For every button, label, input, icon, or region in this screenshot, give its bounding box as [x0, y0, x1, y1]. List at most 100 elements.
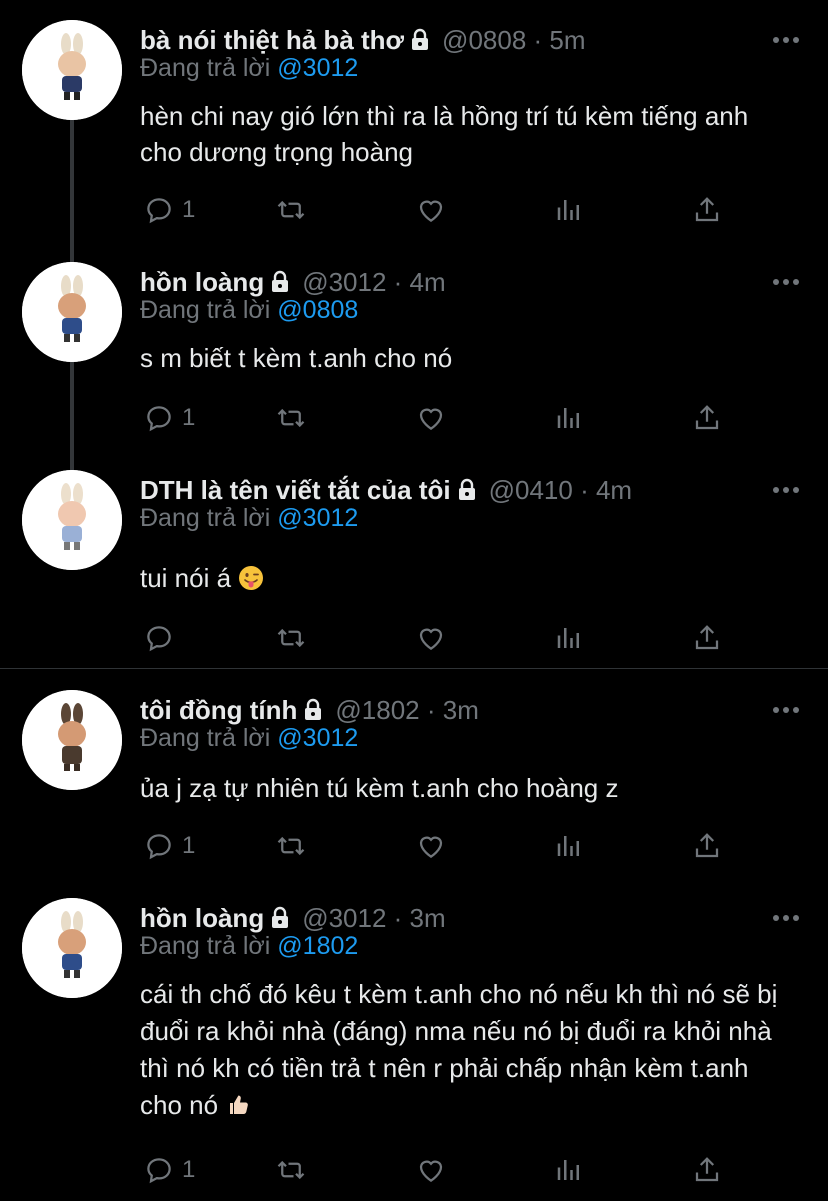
reply-icon	[147, 626, 171, 652]
display-name[interactable]: DTH là tên viết tắt của tôi	[140, 475, 451, 506]
like-button[interactable]	[416, 400, 446, 436]
avatar[interactable]	[22, 470, 122, 570]
reply-button[interactable]	[144, 620, 182, 656]
tweet-text-content: s m biết t kèm t.anh cho nó	[140, 343, 453, 373]
share-icon	[695, 405, 719, 430]
replying-to-label: Đang trả lời	[140, 54, 271, 82]
more-options-icon[interactable]	[772, 30, 800, 50]
views-button[interactable]	[554, 192, 584, 228]
retweet-button[interactable]	[276, 620, 306, 656]
handle[interactable]: @1802	[335, 695, 419, 726]
lock-icon	[412, 28, 429, 50]
retweet-icon	[277, 200, 305, 220]
handle[interactable]: @3012	[302, 903, 386, 934]
separator-dot: ·	[386, 266, 410, 297]
share-button[interactable]	[692, 1152, 722, 1188]
share-icon	[695, 197, 719, 222]
replying-to: Đang trả lời @0808	[140, 296, 358, 325]
display-name[interactable]: hồn loàng	[140, 267, 264, 298]
views-button[interactable]	[554, 400, 584, 436]
more-options-icon[interactable]	[772, 700, 800, 720]
replying-to: Đang trả lời @3012	[140, 54, 358, 83]
action-bar: 1	[140, 192, 740, 228]
tongue-face-emoji-icon	[239, 566, 264, 590]
like-button[interactable]	[416, 620, 446, 656]
lock-icon	[272, 906, 289, 928]
share-button[interactable]	[692, 400, 722, 436]
like-button[interactable]	[416, 1152, 446, 1188]
reply-button[interactable]: 1	[144, 400, 195, 436]
action-bar: 1	[140, 1152, 740, 1188]
mention-link[interactable]: @3012	[277, 54, 358, 82]
separator-dot: ·	[526, 24, 550, 55]
timestamp[interactable]: 4m	[596, 475, 632, 506]
retweet-button[interactable]	[276, 1152, 306, 1188]
action-bar	[140, 620, 740, 656]
analytics-icon	[557, 408, 579, 428]
replying-to-label: Đang trả lời	[140, 504, 271, 532]
timestamp[interactable]: 5m	[549, 25, 585, 56]
reply-count: 1	[182, 1156, 196, 1183]
replying-to: Đang trả lời @3012	[140, 724, 358, 753]
heart-icon	[419, 628, 443, 650]
reply-icon	[147, 406, 171, 432]
more-options-icon[interactable]	[772, 272, 800, 292]
avatar[interactable]	[22, 690, 122, 790]
handle[interactable]: @3012	[302, 267, 386, 298]
reply-icon	[147, 834, 171, 860]
handle[interactable]: @0808	[442, 25, 526, 56]
display-name[interactable]: hồn loàng	[140, 903, 264, 934]
views-button[interactable]	[554, 620, 584, 656]
share-button[interactable]	[692, 828, 722, 864]
tweet-text: cái th chố đó kêu t kèm t.anh cho nó nếu…	[140, 976, 790, 1124]
reply-count: 1	[182, 196, 196, 223]
share-icon	[695, 625, 719, 650]
tweet-text-content: hèn chi nay gió lớn thì ra là hồng trí t…	[140, 101, 749, 167]
heart-icon	[419, 1160, 443, 1182]
views-button[interactable]	[554, 828, 584, 864]
action-bar: 1	[140, 400, 740, 436]
timestamp[interactable]: 3m	[410, 903, 446, 934]
mention-link[interactable]: @3012	[277, 504, 358, 532]
timestamp[interactable]: 4m	[410, 267, 446, 298]
like-button[interactable]	[416, 192, 446, 228]
share-button[interactable]	[692, 620, 722, 656]
avatar[interactable]	[22, 20, 122, 120]
tweet-text-content: ủa j zạ tự nhiên tú kèm t.anh cho hoàng …	[140, 773, 619, 803]
reply-button[interactable]: 1	[144, 828, 195, 864]
timestamp[interactable]: 3m	[443, 695, 479, 726]
retweet-button[interactable]	[276, 828, 306, 864]
display-name[interactable]: tôi đồng tính	[140, 695, 297, 726]
avatar[interactable]	[22, 898, 122, 998]
analytics-icon	[557, 200, 579, 220]
retweet-button[interactable]	[276, 192, 306, 228]
retweet-button[interactable]	[276, 400, 306, 436]
share-button[interactable]	[692, 192, 722, 228]
reply-button[interactable]: 1	[144, 1152, 195, 1188]
handle[interactable]: @0410	[489, 475, 573, 506]
views-button[interactable]	[554, 1152, 584, 1188]
lock-icon	[458, 478, 475, 500]
replying-to-label: Đang trả lời	[140, 932, 271, 960]
avatar[interactable]	[22, 262, 122, 362]
mention-link[interactable]: @0808	[277, 296, 358, 324]
more-options-icon[interactable]	[772, 480, 800, 500]
display-name[interactable]: bà nói thiệt hả bà thơ	[140, 25, 404, 56]
mention-link[interactable]: @3012	[277, 724, 358, 752]
replying-to-label: Đang trả lời	[140, 724, 271, 752]
like-button[interactable]	[416, 828, 446, 864]
tweet-text: tui nói á	[140, 560, 790, 596]
thread-line	[70, 362, 74, 470]
reply-count: 1	[182, 404, 196, 431]
share-icon	[695, 1157, 719, 1182]
mention-link[interactable]: @1802	[277, 932, 358, 960]
retweet-icon	[277, 836, 305, 856]
tweet-text: ủa j zạ tự nhiên tú kèm t.anh cho hoàng …	[140, 770, 790, 806]
tweet-text: s m biết t kèm t.anh cho nó	[140, 340, 790, 376]
reply-button[interactable]: 1	[144, 192, 195, 228]
heart-icon	[419, 200, 443, 222]
retweet-icon	[277, 408, 305, 428]
separator-dot: ·	[386, 902, 410, 933]
more-options-icon[interactable]	[772, 908, 800, 928]
thread-divider	[0, 668, 828, 669]
